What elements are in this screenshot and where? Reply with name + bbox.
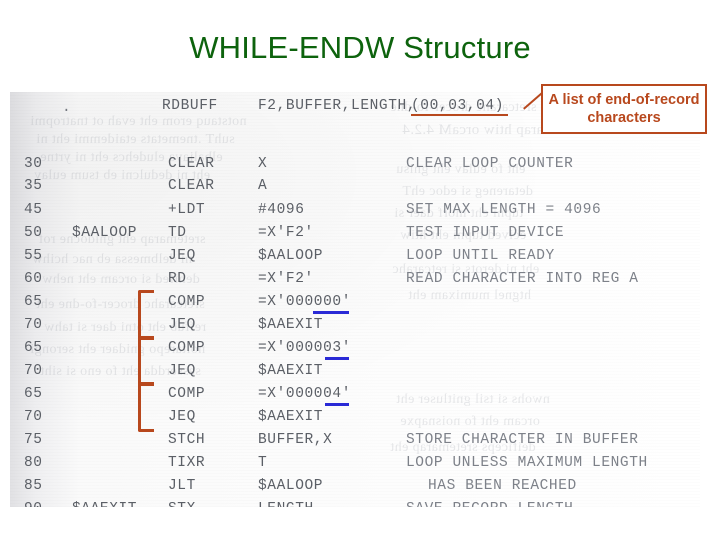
opcode: STX xyxy=(168,501,196,507)
slide-canvas: WHILE-ENDW Structure notstauq erom eht e… xyxy=(0,0,720,540)
operand: BUFFER,X xyxy=(258,432,333,448)
macro-operand-underline xyxy=(411,114,508,116)
opcode: COMP xyxy=(168,294,206,310)
opcode: RD xyxy=(168,271,187,287)
operand: A xyxy=(258,178,268,194)
lineno: 45 xyxy=(24,202,43,218)
macro-operand-prefix: F2,BUFFER,LENGTH, xyxy=(258,98,417,114)
comment: SAVE RECORD LENGTH xyxy=(406,501,573,507)
opcode: JEQ xyxy=(168,363,196,379)
lineno: 65 xyxy=(24,294,43,310)
label: $AAEXIT xyxy=(72,501,137,507)
callout-leader-line xyxy=(510,87,549,116)
comment: SET MAX LENGTH = 4096 xyxy=(406,202,602,218)
opcode: STCH xyxy=(168,432,206,448)
comment: LOOP UNLESS MAXIMUM LENGTH xyxy=(406,455,648,471)
operand: =X'F2' xyxy=(258,271,314,287)
lineno: 80 xyxy=(24,455,43,471)
operand: $AAEXIT xyxy=(258,363,324,379)
lineno: 70 xyxy=(24,317,43,333)
operand: #4096 xyxy=(258,202,305,218)
opcode: JEQ xyxy=(168,409,196,425)
operand: T xyxy=(258,455,268,471)
lineno: 65 xyxy=(24,340,43,356)
listing-leading-dot: . xyxy=(62,100,72,116)
lineno: 55 xyxy=(24,248,43,264)
page-title: WHILE-ENDW Structure xyxy=(189,30,531,65)
operand: $AAEXIT xyxy=(258,317,324,333)
opcode: COMP xyxy=(168,340,206,356)
comment: CLEAR LOOP COUNTER xyxy=(406,156,574,172)
operand: LENGTH xyxy=(258,501,314,507)
hex-highlight-underline-1 xyxy=(313,311,349,314)
opcode: CLEAR xyxy=(168,156,215,172)
operand: $AALOOP xyxy=(258,248,324,264)
lineno: 90 xyxy=(24,501,43,507)
operand: =X'F2' xyxy=(258,225,314,241)
group-bracket-1 xyxy=(138,290,154,340)
comment: READ CHARACTER INTO REG A xyxy=(406,271,639,287)
lineno: 35 xyxy=(24,178,43,194)
hex-highlight-underline-3 xyxy=(325,403,349,406)
lineno: 75 xyxy=(24,432,43,448)
group-bracket-3 xyxy=(138,382,154,432)
comment: TEST INPUT DEVICE xyxy=(406,225,565,241)
operand: =X'000004' xyxy=(258,386,352,402)
macro-op: RDBUFF xyxy=(162,98,218,114)
opcode: CLEAR xyxy=(168,178,215,194)
opcode: JLT xyxy=(168,478,196,494)
lineno: 70 xyxy=(24,409,43,425)
operand: $AAEXIT xyxy=(258,409,324,425)
comment: LOOP UNTIL READY xyxy=(406,248,555,264)
operand: =X'000003' xyxy=(258,340,352,356)
opcode: JEQ xyxy=(168,317,196,333)
opcode: +LDT xyxy=(168,202,206,218)
callout-text: A list of end-of-record characters xyxy=(548,92,700,126)
macro-operand-highlight: (00,03,04) xyxy=(411,98,505,114)
operand: X xyxy=(258,156,268,172)
lineno: 60 xyxy=(24,271,43,287)
operand: $AALOOP xyxy=(258,478,324,494)
hex-highlight-underline-2 xyxy=(325,357,349,360)
comment: HAS BEEN REACHED xyxy=(428,478,577,494)
scanned-listing-image: notstauq erom eht evah ot tnatropmi suhT… xyxy=(10,92,700,507)
callout-box: A list of end-of-record characters xyxy=(541,84,707,134)
lineno: 50 xyxy=(24,225,43,241)
opcode: TIXR xyxy=(168,455,206,471)
operand: =X'000000' xyxy=(258,294,352,310)
label: $AALOOP xyxy=(72,225,138,241)
lineno: 85 xyxy=(24,478,43,494)
opcode: COMP xyxy=(168,386,206,402)
lineno: 70 xyxy=(24,363,43,379)
opcode: TD xyxy=(168,225,187,241)
group-bracket-2 xyxy=(138,336,154,386)
lineno: 65 xyxy=(24,386,43,402)
lineno: 30 xyxy=(24,156,43,172)
comment: STORE CHARACTER IN BUFFER xyxy=(406,432,639,448)
opcode: JEQ xyxy=(168,248,196,264)
